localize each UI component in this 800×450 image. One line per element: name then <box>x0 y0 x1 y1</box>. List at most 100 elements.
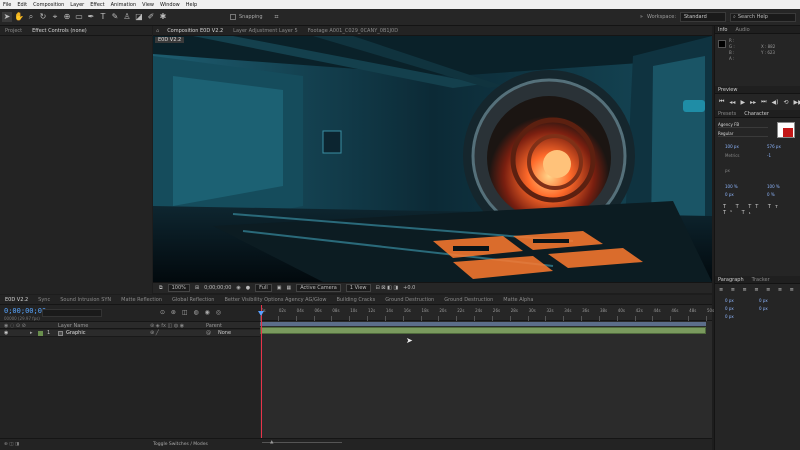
kerning-field[interactable]: Metrics <box>725 153 740 158</box>
tab-info[interactable]: Info <box>718 27 727 33</box>
timeline-search-input[interactable] <box>42 309 102 317</box>
col-layer-name[interactable]: Layer Name <box>58 323 88 329</box>
col-parent[interactable]: Parent <box>206 323 222 329</box>
pan-behind-tool-icon[interactable]: ⊕ <box>62 12 72 22</box>
menu-composition[interactable]: Composition <box>33 2 64 8</box>
menu-animation[interactable]: Animation <box>111 2 137 8</box>
space-after-field[interactable]: 0 px <box>759 306 768 311</box>
rectangle-tool-icon[interactable]: ▭ <box>74 12 84 22</box>
first-frame-icon[interactable]: ⏮ <box>719 98 724 106</box>
comp-flowchart-icon[interactable]: ⊕ ◫ ◨ <box>4 442 19 447</box>
type-tool-icon[interactable]: T <box>98 12 108 22</box>
indent-left-field[interactable]: 0 px <box>725 298 734 303</box>
always-preview-icon[interactable]: ⧉ <box>159 285 163 291</box>
tab-timeline-global[interactable]: Global Reflection <box>167 297 219 303</box>
horizontal-scale-field[interactable]: 100 % <box>767 184 780 189</box>
tab-project[interactable]: Project <box>0 28 27 34</box>
safe-area-icon[interactable]: ⊞ <box>195 285 199 291</box>
zoom-select[interactable]: 100% <box>167 284 190 292</box>
tab-timeline-main[interactable]: E0D V2.2 <box>0 297 33 303</box>
zoom-slider[interactable] <box>262 442 342 445</box>
tab-timeline-cracks[interactable]: Building Cracks <box>331 297 380 303</box>
clone-stamp-tool-icon[interactable]: ♙ <box>122 12 132 22</box>
text-style-buttons[interactable]: T T TT Tт T¹ T₁ <box>723 204 800 216</box>
stroke-width-field[interactable]: px <box>725 168 730 173</box>
selection-tool-icon[interactable]: ➤ <box>2 12 12 22</box>
current-time[interactable]: 0;00;00;00 <box>204 285 231 291</box>
ram-preview-icon[interactable]: ▶▶ <box>794 99 800 106</box>
region-of-interest-icon[interactable]: ▣ <box>277 285 282 291</box>
tab-paragraph[interactable]: Paragraph <box>718 277 744 283</box>
font-size-field[interactable]: 100 px <box>725 144 739 149</box>
stroke-swatch[interactable] <box>783 128 793 137</box>
workspace-select[interactable]: Standard <box>680 12 726 22</box>
tab-character[interactable]: Character <box>744 111 769 117</box>
snapping-checkbox-icon[interactable] <box>230 14 236 20</box>
align-buttons[interactable]: ≡ ≡ ≡ ≡ ≡ ≡ ≡ <box>719 287 797 293</box>
audio-icon[interactable]: ◀) <box>772 99 779 106</box>
layer-row[interactable]: ◉ ▸ 1 Graphic ⊛ ╱ @ None <box>0 330 260 337</box>
tab-timeline-sound[interactable]: Sound Intrusion SYN <box>55 297 116 303</box>
search-help-input[interactable]: ⌕ Search Help <box>730 12 796 22</box>
tab-composition[interactable]: Composition E0D V2.2 <box>162 28 228 34</box>
font-family-select[interactable]: Agency FB <box>718 122 768 128</box>
menu-file[interactable]: File <box>3 2 11 8</box>
exposure-value[interactable]: +0.0 <box>403 285 415 291</box>
composition-breadcrumb[interactable]: E0D V2.2 <box>155 37 185 43</box>
prev-frame-icon[interactable]: ◂◂ <box>729 99 735 106</box>
tab-timeline-matte[interactable]: Matte Reflection <box>116 297 167 303</box>
last-frame-icon[interactable]: ⏭ <box>761 98 766 106</box>
zoom-slider-icon[interactable]: ▲ <box>270 440 273 445</box>
vertical-scale-field[interactable]: 100 % <box>725 184 738 189</box>
menu-view[interactable]: View <box>142 2 154 8</box>
tab-timeline-ground1[interactable]: Ground Destruction <box>380 297 439 303</box>
layer-label-color[interactable] <box>38 331 43 336</box>
tab-timeline-ground2[interactable]: Ground Destruction <box>439 297 498 303</box>
menu-window[interactable]: Window <box>160 2 180 8</box>
font-style-select[interactable]: Regular <box>718 131 768 137</box>
snapping-options-icon[interactable]: ⌗ <box>275 13 279 22</box>
menu-effect[interactable]: Effect <box>90 2 104 8</box>
menu-layer[interactable]: Layer <box>70 2 84 8</box>
zoom-tool-icon[interactable]: ⌕ <box>26 12 36 22</box>
tab-audio[interactable]: Audio <box>735 27 749 33</box>
tab-timeline-visibility[interactable]: Better Visibility Options Agency AG/Glow <box>219 297 331 303</box>
composition-viewer[interactable]: E0D V2.2 <box>153 36 712 282</box>
loop-icon[interactable]: ⟲ <box>783 99 788 106</box>
parent-select[interactable]: None <box>218 330 231 336</box>
expand-icon[interactable]: » <box>640 14 643 20</box>
tab-layer[interactable]: Layer Adjustment Layer 5 <box>228 28 303 34</box>
tab-tracker[interactable]: Tracker <box>752 277 770 283</box>
space-before-field[interactable]: 0 px <box>725 306 734 311</box>
baseline-shift-field[interactable]: 0 px <box>725 192 734 197</box>
time-ruler[interactable]: 0s 02s 04s 06s 08s 10s 12s 14s 16s 18s 20s 22s 24s 26… <box>260 305 714 321</box>
timecode-display[interactable]: 0;00;00;00 <box>4 307 46 315</box>
play-icon[interactable]: ▶ <box>740 99 745 106</box>
visibility-eye-icon[interactable]: ◉ <box>4 330 8 336</box>
layer-duration-bar[interactable] <box>260 327 706 334</box>
brush-tool-icon[interactable]: ✎ <box>110 12 120 22</box>
roto-brush-tool-icon[interactable]: ✐ <box>146 12 156 22</box>
parent-pickwhip-icon[interactable]: @ <box>206 330 211 336</box>
pen-tool-icon[interactable]: ✒ <box>86 12 96 22</box>
camera-tool-icon[interactable]: ⌖ <box>50 12 60 22</box>
camera-select[interactable]: Active Camera <box>296 284 341 292</box>
snapshot-icon[interactable]: ◉ <box>236 285 240 291</box>
preview-title[interactable]: Preview <box>718 87 737 93</box>
toggle-icons[interactable]: ⊟ ⊠ ◧ ◨ <box>376 285 399 291</box>
tab-presets[interactable]: Presets <box>718 111 736 117</box>
rotate-tool-icon[interactable]: ↻ <box>38 12 48 22</box>
color-channel-icon[interactable]: ● <box>246 285 250 291</box>
layer-switches[interactable]: ⊛ ╱ <box>150 330 159 336</box>
menu-help[interactable]: Help <box>186 2 197 8</box>
resolution-select[interactable]: Full <box>255 284 272 292</box>
timeline-tracks[interactable]: 0s 02s 04s 06s 08s 10s 12s 14s 16s 18s 20s 22s 24s 26… <box>258 305 714 445</box>
layer-name[interactable]: Graphic <box>66 330 85 336</box>
tab-timeline-sync[interactable]: Sync <box>33 297 55 303</box>
first-line-indent-field[interactable]: 0 px <box>725 314 734 319</box>
tab-timeline-alpha[interactable]: Matte Alpha <box>498 297 538 303</box>
view-layout-select[interactable]: 1 View <box>345 284 371 292</box>
tracking-field[interactable]: -1 <box>767 153 771 158</box>
toggle-switches-modes[interactable]: Toggle Switches / Modes <box>153 442 208 447</box>
lock-icon[interactable]: ⌂ <box>153 28 162 34</box>
